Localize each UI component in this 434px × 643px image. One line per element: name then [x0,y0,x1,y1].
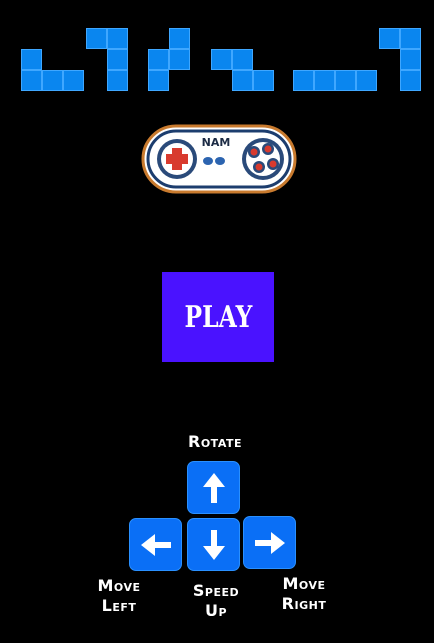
tile [148,49,169,70]
tile [400,70,421,91]
move-left-label-line2: Left [101,596,137,615]
move-right-label-line1: Move [282,574,326,593]
tile [335,70,356,91]
controller-brand-text: NAM [202,136,231,149]
move-right-label: Move Right [266,574,342,614]
tile [42,70,63,91]
arrow-left-icon [140,533,171,556]
tile [232,49,253,70]
tile [107,28,128,49]
arrow-up-icon [202,472,225,503]
title-tetromino-blocks [0,0,434,100]
move-left-key[interactable] [129,518,182,571]
tile [107,70,128,91]
tile [293,70,314,91]
speed-up-label: Speed Up [176,581,256,621]
speed-up-label-line2: Up [204,601,228,620]
gamepad-logo-icon: NAM [141,124,297,194]
tile [107,49,128,70]
tile [232,70,253,91]
tile [63,70,84,91]
rotate-key[interactable] [187,461,240,514]
speed-up-key[interactable] [187,518,240,571]
tile [379,28,400,49]
speed-up-label-line1: Speed [192,581,240,600]
tile [169,49,190,70]
play-button[interactable]: PLAY [162,272,274,362]
tile [356,70,377,91]
move-right-key[interactable] [243,516,296,569]
tile [21,70,42,91]
tile [21,49,42,70]
move-left-label-line1: Move [97,576,141,595]
tile [148,70,169,91]
tile [400,49,421,70]
tile [400,28,421,49]
tile [314,70,335,91]
rotate-label: Rotate [188,432,242,451]
move-right-label-line2: Right [281,594,327,613]
tile [253,70,274,91]
tile [86,28,107,49]
tile [169,28,190,49]
move-left-label: Move Left [80,576,158,616]
arrow-right-icon [254,531,285,554]
tile [211,49,232,70]
play-button-label: PLAY [184,299,252,335]
arrow-down-icon [202,529,225,560]
